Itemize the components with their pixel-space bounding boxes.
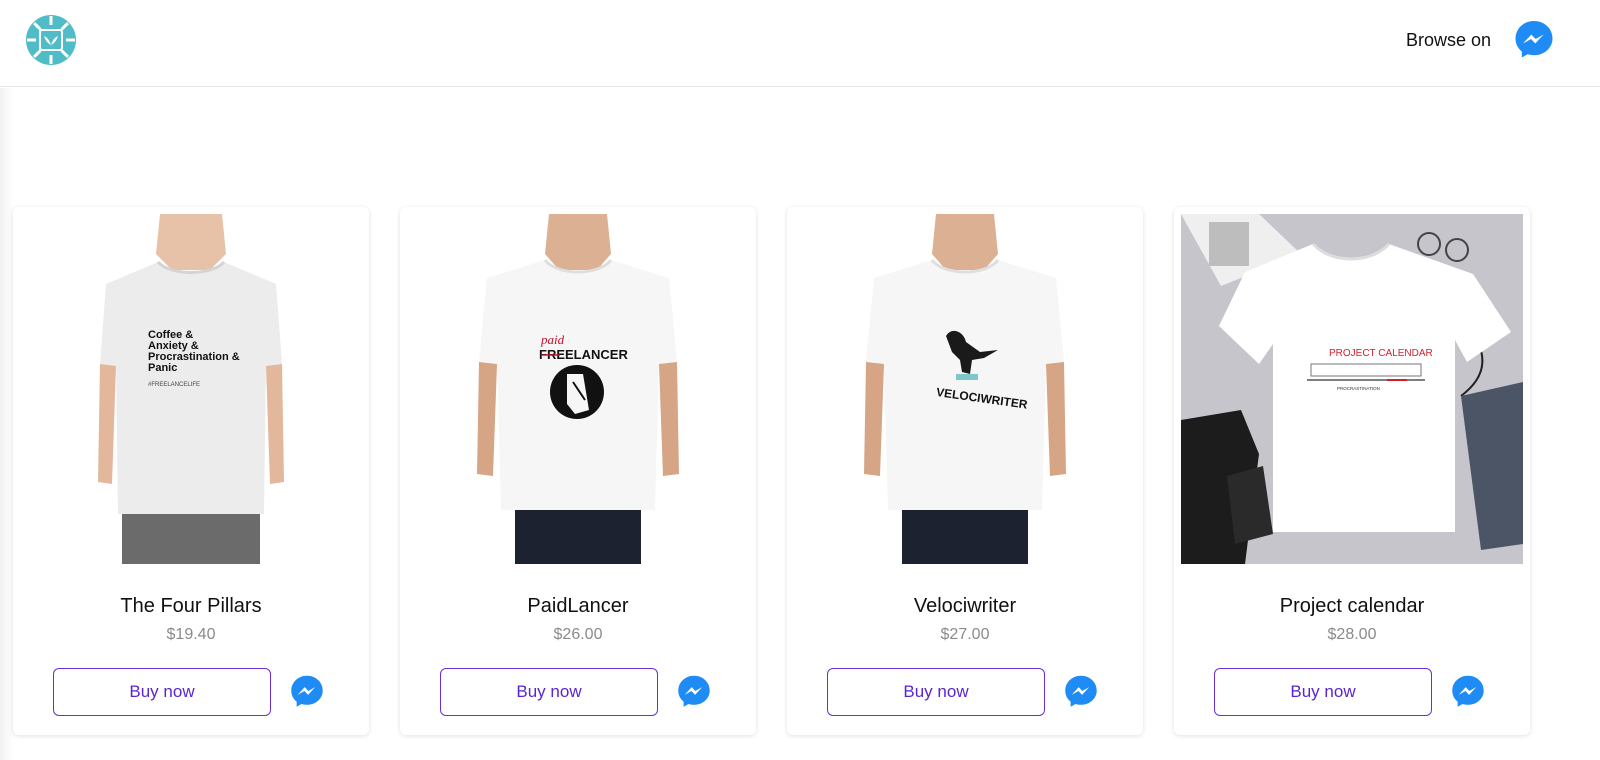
- tshirt-model-icon: VELOCIWRITER: [794, 214, 1136, 564]
- product-title[interactable]: PaidLancer: [400, 595, 756, 618]
- messenger-icon[interactable]: [1514, 19, 1554, 59]
- product-card: VELOCIWRITER Velociwriter $27.00 Buy now: [787, 207, 1143, 735]
- left-edge-shade: [0, 88, 14, 760]
- product-card: PROJECT CALENDAR PROCRASTINATION Project…: [1174, 207, 1530, 735]
- svg-text:#FREELANCELIFE: #FREELANCELIFE: [148, 382, 200, 388]
- product-title[interactable]: Velociwriter: [787, 595, 1143, 618]
- buy-now-button[interactable]: Buy now: [1214, 668, 1432, 716]
- product-image[interactable]: Coffee & Anxiety & Procrastination & Pan…: [20, 214, 362, 564]
- buy-now-button[interactable]: Buy now: [53, 668, 271, 716]
- product-grid: Coffee & Anxiety & Procrastination & Pan…: [13, 207, 1573, 737]
- buy-now-button[interactable]: Buy now: [827, 668, 1045, 716]
- tshirt-flatlay-icon: PROJECT CALENDAR PROCRASTINATION: [1181, 214, 1523, 564]
- browse-on-label: Browse on: [1405, 30, 1491, 50]
- messenger-icon[interactable]: [677, 674, 711, 708]
- svg-text:paid: paid: [540, 332, 565, 347]
- messenger-icon[interactable]: [1064, 674, 1098, 708]
- svg-text:PROJECT CALENDAR: PROJECT CALENDAR: [1329, 348, 1433, 359]
- product-image[interactable]: paid FREELANCER: [407, 214, 749, 564]
- product-title[interactable]: The Four Pillars: [13, 595, 369, 618]
- product-price: $27.00: [940, 626, 990, 643]
- product-image[interactable]: VELOCIWRITER: [794, 214, 1136, 564]
- product-title[interactable]: Project calendar: [1174, 595, 1530, 618]
- tshirt-model-icon: Coffee & Anxiety & Procrastination & Pan…: [20, 214, 362, 564]
- product-card: Coffee & Anxiety & Procrastination & Pan…: [13, 207, 369, 735]
- top-bar: Browse on: [0, 0, 1600, 87]
- messenger-icon[interactable]: [1451, 674, 1485, 708]
- tshirt-model-icon: paid FREELANCER: [407, 214, 749, 564]
- product-price: $19.40: [166, 626, 216, 643]
- svg-text:Panic: Panic: [148, 362, 177, 374]
- buy-now-button[interactable]: Buy now: [440, 668, 658, 716]
- product-price: $26.00: [553, 626, 603, 643]
- messenger-icon[interactable]: [290, 674, 324, 708]
- product-card: paid FREELANCER PaidLancer $26.00 Buy no…: [400, 207, 756, 735]
- product-price: $28.00: [1327, 626, 1377, 643]
- leaf-seal-logo-icon[interactable]: [25, 14, 77, 66]
- svg-text:PROCRASTINATION: PROCRASTINATION: [1337, 386, 1380, 391]
- product-image[interactable]: PROJECT CALENDAR PROCRASTINATION: [1181, 214, 1523, 564]
